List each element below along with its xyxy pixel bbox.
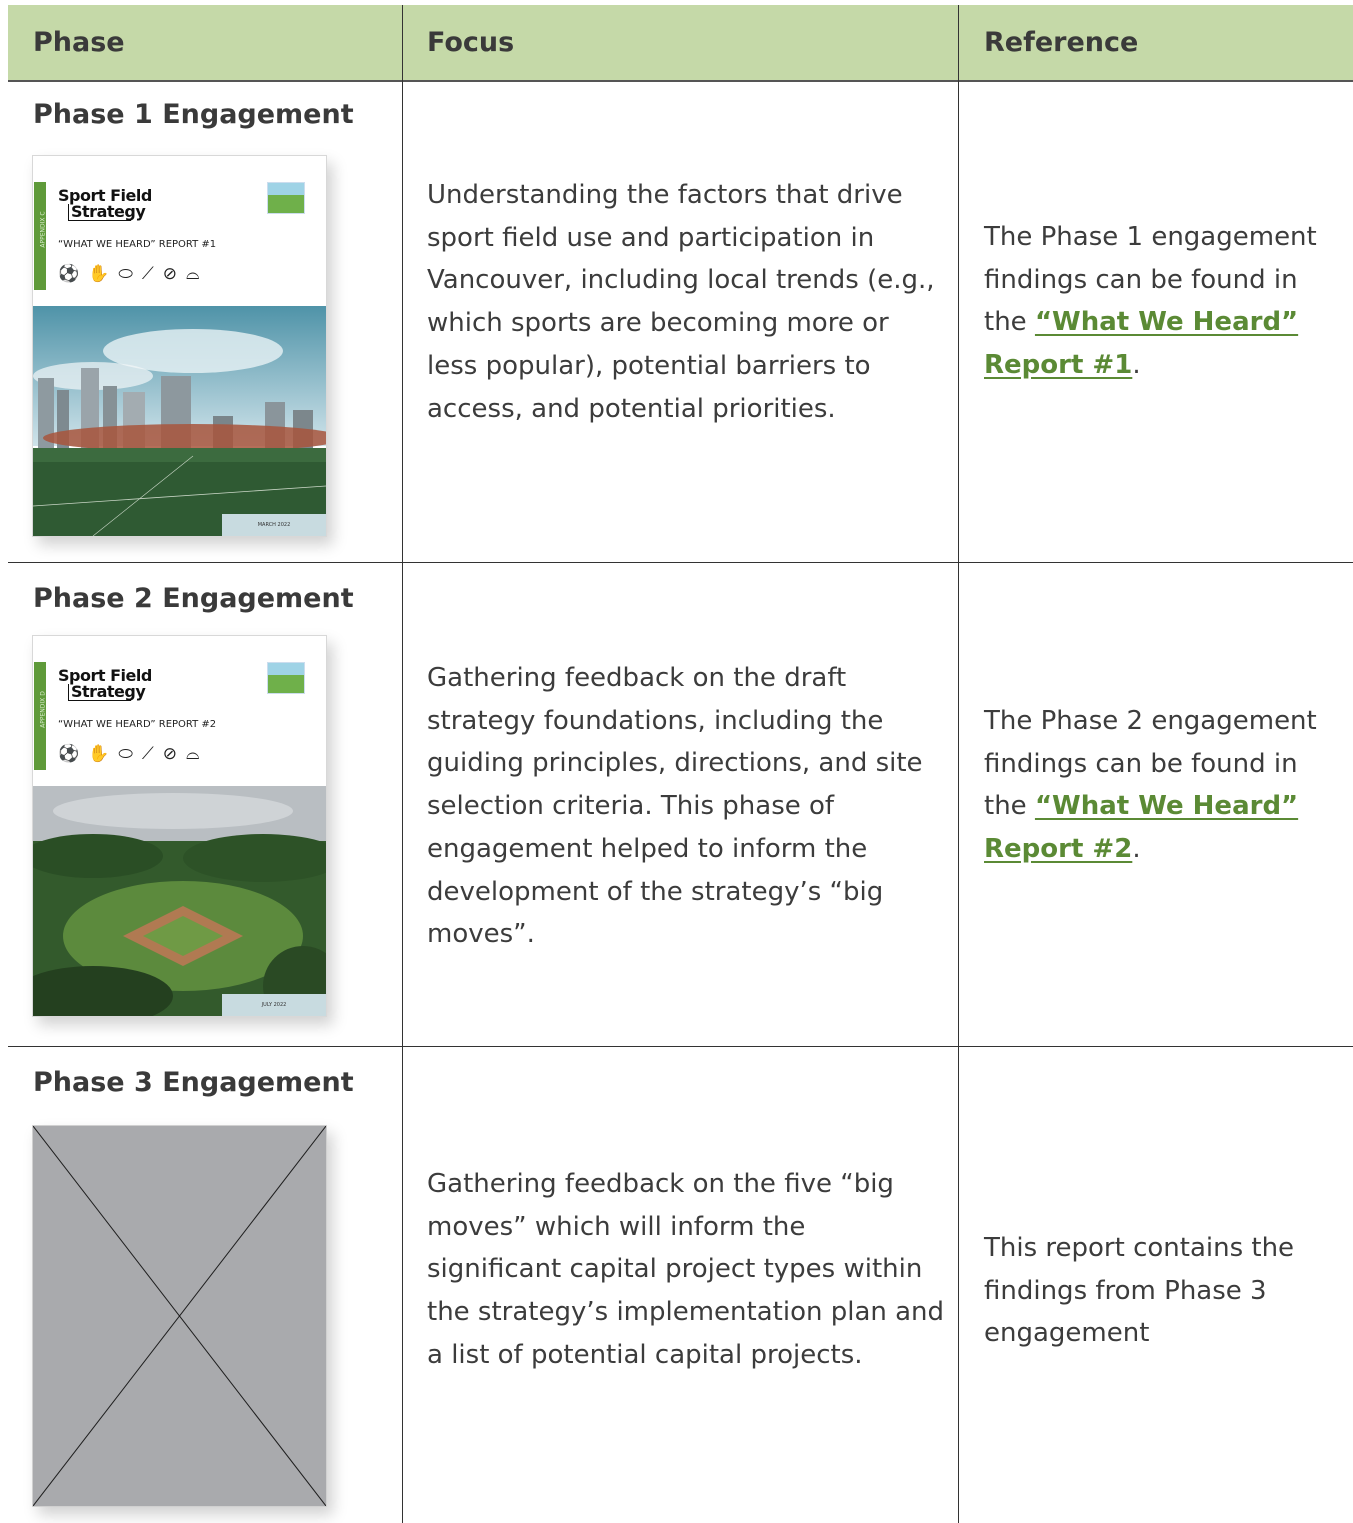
reference-text: This report contains the findings from P…: [984, 1233, 1295, 1349]
city-logo-badge: [267, 662, 305, 694]
football-icon: ⊘: [162, 744, 187, 764]
hockey-stick-icon: ⟋: [141, 264, 163, 284]
city-skyline-field-photo: [33, 306, 326, 536]
phase-title: Phase 2 Engagement: [33, 583, 354, 614]
glove-icon: ✋: [88, 744, 119, 764]
soccer-ball-icon: ⚽: [58, 744, 89, 764]
focus-text: Gathering feedback on the draft strategy…: [427, 663, 923, 950]
cover-appendix-label: APPENDIX C: [39, 211, 47, 248]
column-divider: [958, 5, 959, 1523]
reference-text: The Phase 2 engagement findings can be f…: [984, 706, 1317, 865]
header-focus: Focus: [427, 27, 515, 58]
header-reference: Reference: [984, 27, 1139, 58]
phase-title: Phase 3 Engagement: [33, 1067, 354, 1098]
rugby-ball-icon: ⬭: [118, 264, 142, 284]
focus-text: Understanding the factors that drive spo…: [427, 180, 935, 424]
column-divider: [402, 5, 403, 1523]
phase-title: Phase 1 Engagement: [33, 99, 354, 130]
football-icon: ⊘: [162, 264, 187, 284]
glove-icon: ✋: [88, 264, 119, 284]
hockey-stick-icon: ⟋: [141, 744, 163, 764]
cover-date: JULY 2022: [222, 994, 326, 1016]
placeholder-cross-icon: [32, 1125, 327, 1507]
reference-text: The Phase 1 engagement findings can be f…: [984, 222, 1317, 381]
sport-icons-row: ⚽✋⬭⟋⊘⌓: [58, 264, 208, 284]
soccer-ball-icon: ⚽: [58, 264, 89, 284]
report-cover-thumbnail[interactable]: APPENDIX D Sport Field Strategy “WHAT WE…: [32, 635, 327, 1017]
cover-subtitle: “WHAT WE HEARD” REPORT #1: [58, 239, 217, 250]
row-divider: [8, 1046, 1353, 1047]
sport-field-strategy-logo: Sport Field Strategy: [58, 186, 152, 221]
header-phase: Phase: [33, 27, 125, 58]
baseball-field-aerial-photo: [33, 786, 326, 1016]
cover-subtitle: “WHAT WE HEARD” REPORT #2: [58, 719, 217, 730]
sport-icons-row: ⚽✋⬭⟋⊘⌓: [58, 744, 208, 764]
row-divider: [8, 562, 1353, 563]
sport-field-strategy-logo: Sport Field Strategy: [58, 666, 152, 701]
image-placeholder: [32, 1125, 327, 1507]
rugby-ball-icon: ⬭: [118, 744, 142, 764]
table-header-row: Phase Focus Reference: [8, 5, 1353, 82]
cover-date: MARCH 2022: [222, 514, 326, 536]
cover-appendix-label: APPENDIX D: [39, 691, 47, 728]
cleat-icon: ⌓: [186, 264, 209, 284]
cleat-icon: ⌓: [186, 744, 209, 764]
engagement-phases-table: Phase Focus Reference Phase 1 Engagement…: [8, 5, 1353, 1523]
focus-text: Gathering feedback on the five “big move…: [427, 1169, 945, 1370]
city-logo-badge: [267, 182, 305, 214]
report-cover-thumbnail[interactable]: APPENDIX C Sport Field Strategy “WHAT WE…: [32, 155, 327, 537]
